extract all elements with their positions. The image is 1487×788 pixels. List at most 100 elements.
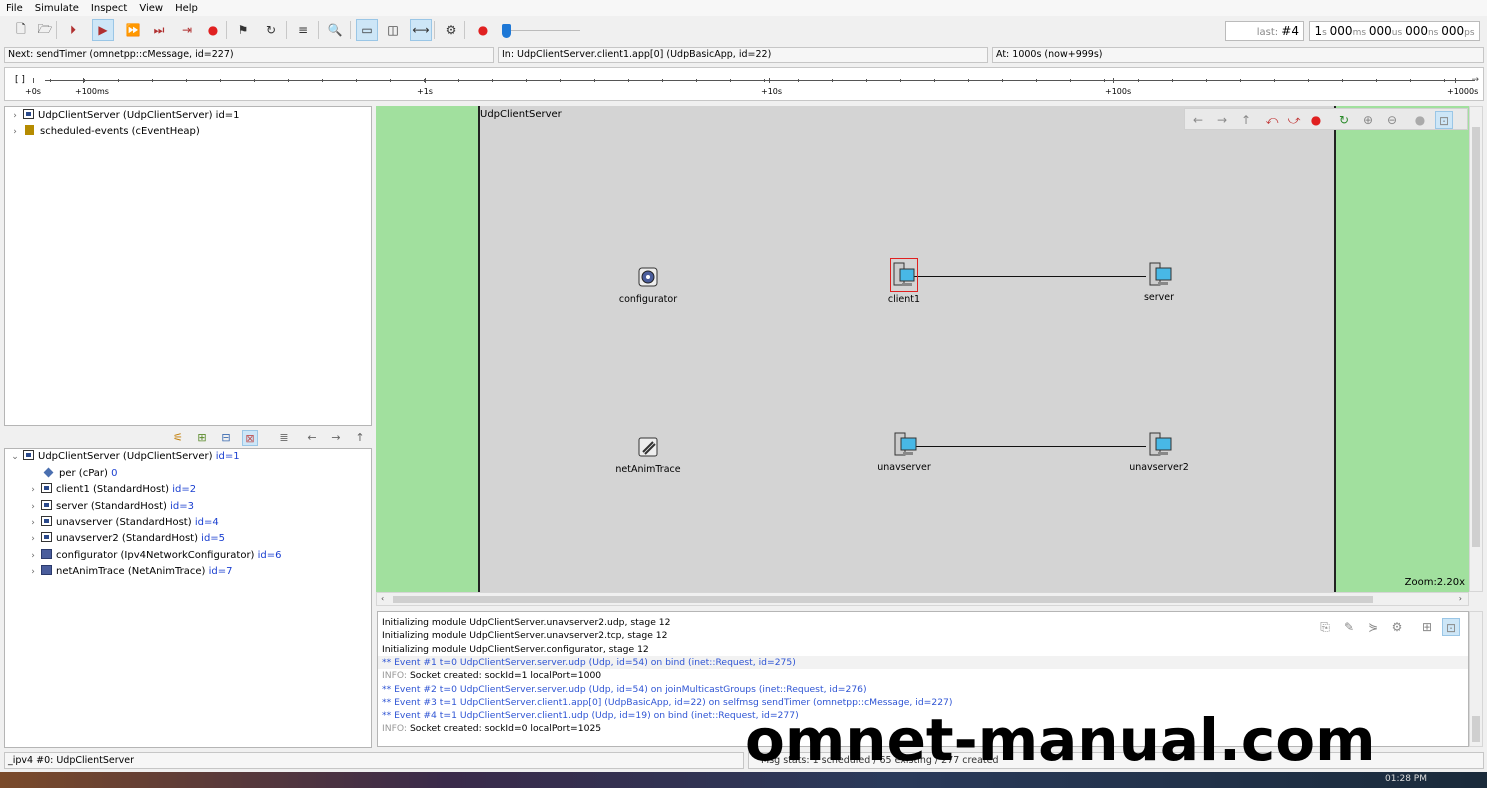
zoom-level: Zoom:2.20x xyxy=(1404,577,1465,588)
parameter-icon xyxy=(43,467,54,478)
inspector-child-item[interactable]: › server (StandardHost) id=3 xyxy=(27,499,194,515)
stop-animation-icon[interactable]: ● xyxy=(1307,111,1325,129)
chevron-right-icon[interactable]: › xyxy=(27,482,39,498)
fast-button[interactable]: ⏩ xyxy=(122,19,144,41)
zoom-out-icon[interactable]: ⊖ xyxy=(1383,111,1401,129)
node-netanimtrace[interactable]: netAnimTrace xyxy=(608,432,688,475)
until-button[interactable]: ⇥ xyxy=(176,19,198,41)
flat-mode-icon[interactable]: ⊠ xyxy=(242,430,258,446)
event-timeline[interactable]: [ ] +0s +100ms +1s +10s +100s +1000s → xyxy=(4,67,1484,101)
menu-inspect[interactable]: Inspect xyxy=(91,3,127,14)
tree-item-network[interactable]: › UdpClientServer (UdpClientServer) id=1 xyxy=(9,108,240,124)
inspector-child-item[interactable]: › netAnimTrace (NetAnimTrace) id=7 xyxy=(27,564,232,580)
grouped-mode-icon[interactable]: ⊞ xyxy=(194,430,210,446)
step-button[interactable]: ⏵ xyxy=(62,19,84,41)
chevron-right-icon[interactable]: › xyxy=(27,564,39,580)
chevron-right-icon[interactable]: › xyxy=(27,499,39,515)
settings-icon[interactable]: ⚙ xyxy=(440,19,462,41)
new-config-icon[interactable]: 🗋 xyxy=(10,19,32,41)
host-icon xyxy=(1144,430,1174,460)
chevron-right-icon[interactable]: › xyxy=(9,108,21,124)
stop-button[interactable]: ● xyxy=(202,19,224,41)
inspector-child-item[interactable]: › client1 (StandardHost) id=2 xyxy=(27,482,196,498)
node-client1[interactable]: client1 xyxy=(864,258,944,305)
forward-arrow-icon[interactable]: → xyxy=(328,430,344,446)
event-heap-icon xyxy=(25,125,34,135)
log-line: ** Event #4 t=1 UdpClientServer.client1.… xyxy=(382,710,799,722)
inheritance-mode-icon[interactable]: ⊟ xyxy=(218,430,234,446)
module-icon xyxy=(23,109,34,119)
status-row: Next: sendTimer (omnetpp::cMessage, id=2… xyxy=(4,47,1484,63)
trace-icon xyxy=(633,432,663,462)
animate-forward-icon[interactable]: ⤻ xyxy=(1285,111,1303,129)
sim-time-display: 1s 000ms 000us 000ns 000ps xyxy=(1309,21,1480,41)
layout-vertical-icon[interactable]: ◫ xyxy=(382,19,404,41)
find-icon[interactable]: ⋟ xyxy=(1364,618,1382,636)
messages-view-icon[interactable]: ⊞ xyxy=(1418,618,1436,636)
module-view-icon[interactable]: ⊡ xyxy=(1435,111,1453,129)
inspector-child-item[interactable]: › configurator (Ipv4NetworkConfigurator) … xyxy=(27,548,282,564)
back-arrow-icon[interactable]: ← xyxy=(304,430,320,446)
canvas-horizontal-scrollbar[interactable]: ‹ › xyxy=(376,592,1469,606)
chevron-right-icon[interactable]: › xyxy=(27,515,39,531)
chevron-right-icon[interactable]: › xyxy=(27,548,39,564)
speed-slider-knob[interactable] xyxy=(502,24,511,38)
menu-simulate[interactable]: Simulate xyxy=(35,3,79,14)
host-icon xyxy=(1144,260,1174,290)
log-line: ** Event #2 t=0 UdpClientServer.server.u… xyxy=(382,683,867,695)
in-module-status: In: UdpClientServer.client1.app[0] (UdpB… xyxy=(498,47,988,63)
chevron-right-icon[interactable]: › xyxy=(9,124,21,140)
timeline-label: +10s xyxy=(761,87,783,96)
inspector-root[interactable]: ⌄ UdpClientServer (UdpClientServer) id=1 xyxy=(9,449,240,465)
canvas-vertical-scrollbar[interactable] xyxy=(1469,106,1483,592)
chevron-right-icon[interactable]: › xyxy=(27,531,39,547)
forward-arrow-icon[interactable]: → xyxy=(1213,111,1231,129)
menu-view[interactable]: View xyxy=(139,3,163,14)
layout-horizontal-icon[interactable]: ▭ xyxy=(356,19,378,41)
list-mode-icon[interactable]: ≣ xyxy=(276,430,292,446)
timeline-icon[interactable]: ⟷ xyxy=(410,19,432,41)
record-icon[interactable]: ● xyxy=(472,19,494,41)
log-toolbar: ⎘ ✎ ⋟ ⚙ ⊞ ⊡ xyxy=(1316,616,1466,636)
tree-item-scheduled-events[interactable]: › scheduled-events (cEventHeap) xyxy=(9,124,200,140)
inspector-child-item[interactable]: per (cPar) 0 xyxy=(27,466,117,482)
finish-icon[interactable]: ⚑ xyxy=(232,19,254,41)
open-icon[interactable]: 🗁 xyxy=(34,19,56,41)
timeline-label: +0s xyxy=(25,87,41,96)
log-view-icon[interactable]: ⊡ xyxy=(1442,618,1460,636)
animate-backward-icon[interactable]: ⤺ xyxy=(1263,111,1281,129)
menu-help[interactable]: Help xyxy=(175,3,198,14)
run-button[interactable]: ▶ xyxy=(92,19,114,41)
find-icon[interactable]: 🔍 xyxy=(324,19,346,41)
log-line: Initializing module UdpClientServer.unav… xyxy=(382,630,668,642)
children-mode-icon[interactable]: ⚟ xyxy=(170,430,186,446)
log-line: ** Event #1 t=0 UdpClientServer.server.u… xyxy=(378,655,1468,669)
speed-slider[interactable] xyxy=(500,24,582,38)
log-scrollbar[interactable] xyxy=(1469,611,1483,747)
module-icon xyxy=(41,564,52,575)
inspector-child-item[interactable]: › unavserver2 (StandardHost) id=5 xyxy=(27,531,225,547)
rec-icon[interactable]: ≡ xyxy=(292,19,314,41)
rebuild-icon[interactable]: ↻ xyxy=(260,19,282,41)
gear-icon xyxy=(633,262,663,292)
up-arrow-icon[interactable]: ↑ xyxy=(1237,111,1255,129)
chevron-down-icon[interactable]: ⌄ xyxy=(9,449,21,465)
express-button[interactable]: ⏭ xyxy=(148,19,170,41)
copy-icon[interactable]: ⎘ xyxy=(1316,618,1334,636)
settings-icon[interactable]: ⚙ xyxy=(1388,618,1406,636)
zoom-in-icon[interactable]: ⊕ xyxy=(1359,111,1377,129)
last-event-box: last: #4 xyxy=(1225,21,1304,41)
node-unavserver2[interactable]: unavserver2 xyxy=(1119,430,1199,473)
node-unavserver[interactable]: unavserver xyxy=(864,430,944,473)
node-server[interactable]: server xyxy=(1119,260,1199,303)
network-canvas[interactable]: UdpClientServer configurator client1 ser… xyxy=(376,106,1469,592)
node-configurator[interactable]: configurator xyxy=(608,262,688,305)
relayout-icon[interactable]: ↻ xyxy=(1335,111,1353,129)
show-labels-icon[interactable]: ● xyxy=(1411,111,1429,129)
menu-file[interactable]: File xyxy=(6,3,23,14)
back-arrow-icon[interactable]: ← xyxy=(1189,111,1207,129)
filter-icon[interactable]: ✎ xyxy=(1340,618,1358,636)
up-arrow-icon[interactable]: ↑ xyxy=(352,430,368,446)
inspector-child-item[interactable]: › unavserver (StandardHost) id=4 xyxy=(27,515,219,531)
network-box xyxy=(478,106,1336,592)
